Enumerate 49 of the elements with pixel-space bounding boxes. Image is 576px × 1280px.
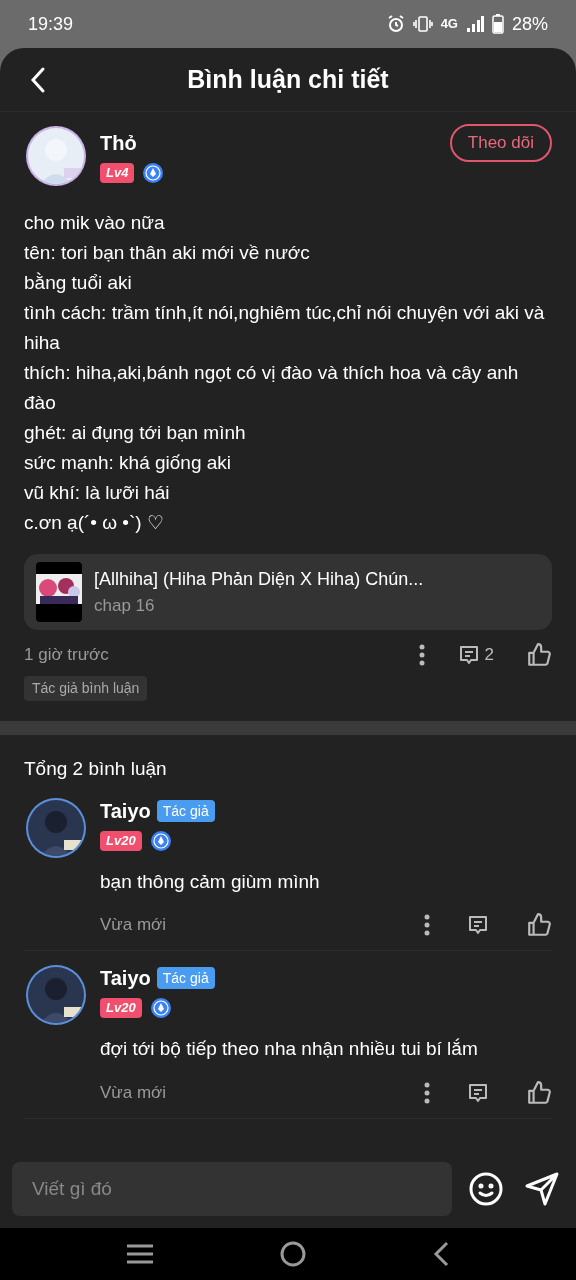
- comment-text: sức mạnh: khá giống aki: [24, 451, 233, 475]
- vibrate-icon: [412, 16, 433, 32]
- rank-icon: [149, 997, 172, 1019]
- post-time: 1 giờ trước: [24, 644, 110, 667]
- comment-icon[interactable]: [466, 913, 490, 937]
- back-icon[interactable]: [431, 1241, 450, 1267]
- author-name: Thỏ: [100, 131, 138, 156]
- comment-text: cho mik vào nữa: [24, 211, 166, 235]
- comment-input[interactable]: Viết gì đó: [12, 1162, 452, 1216]
- comment-text: ghét: ai đụng tới bạn mình: [24, 421, 247, 445]
- comment-text: tên: tori bạn thân aki mới về nước: [24, 241, 311, 265]
- story-card[interactable]: [Allhiha] (Hiha Phản Diện X Hiha) Chún... chap 16: [24, 554, 552, 630]
- like-icon[interactable]: [526, 642, 552, 668]
- status-time: 19:39: [28, 12, 74, 36]
- rank-icon: [149, 829, 172, 852]
- comment-text: bằng tuổi aki: [24, 271, 133, 295]
- author-tag: Tác giả bình luận: [24, 676, 148, 701]
- comment-text: bạn thông cảm giùm mình: [100, 869, 321, 894]
- story-title: [Allhiha] (Hiha Phản Diện X Hiha) Chún...: [94, 567, 424, 591]
- level-badge: Lv20: [100, 830, 142, 851]
- level-badge: Lv4: [100, 163, 135, 183]
- reply-time: Vừa mới: [100, 1081, 167, 1104]
- comment-text: vũ khí: là lưỡi hái: [24, 481, 171, 505]
- more-icon[interactable]: [424, 1081, 430, 1104]
- comment-text: đợi tới bộ tiếp theo nha nhận nhiều tui bí lắm: [100, 1037, 479, 1061]
- author-name: Taiyo: [100, 798, 151, 824]
- comment-text: c.ơn ạ(´• ω •`) ♡: [24, 511, 165, 535]
- battery-percent: 28%: [511, 12, 548, 36]
- author-badge: Tác giả: [156, 967, 215, 989]
- like-icon[interactable]: [526, 1079, 552, 1106]
- more-icon[interactable]: [418, 644, 425, 666]
- battery-icon: [491, 14, 504, 34]
- more-icon[interactable]: [424, 914, 430, 936]
- comment-count: Tổng 2 bình luận: [24, 758, 167, 779]
- reply-count: 2: [484, 644, 494, 667]
- reply-time: Vừa mới: [100, 914, 167, 937]
- rank-icon: [142, 162, 165, 184]
- page-title: Bình luận chi tiết: [187, 63, 389, 95]
- author-name: Taiyo: [100, 966, 151, 991]
- level-badge: Lv20: [100, 998, 142, 1018]
- alarm-icon: [386, 15, 405, 33]
- home-icon[interactable]: [279, 1240, 307, 1268]
- menu-icon[interactable]: [126, 1243, 155, 1265]
- chapter-label: chap 16: [94, 594, 156, 617]
- network-label: 4G: [440, 15, 458, 34]
- signal-icon: [465, 16, 484, 32]
- like-icon[interactable]: [526, 912, 552, 938]
- follow-button[interactable]: Theo dõi: [449, 124, 552, 162]
- author-badge: Tác giả: [156, 799, 215, 822]
